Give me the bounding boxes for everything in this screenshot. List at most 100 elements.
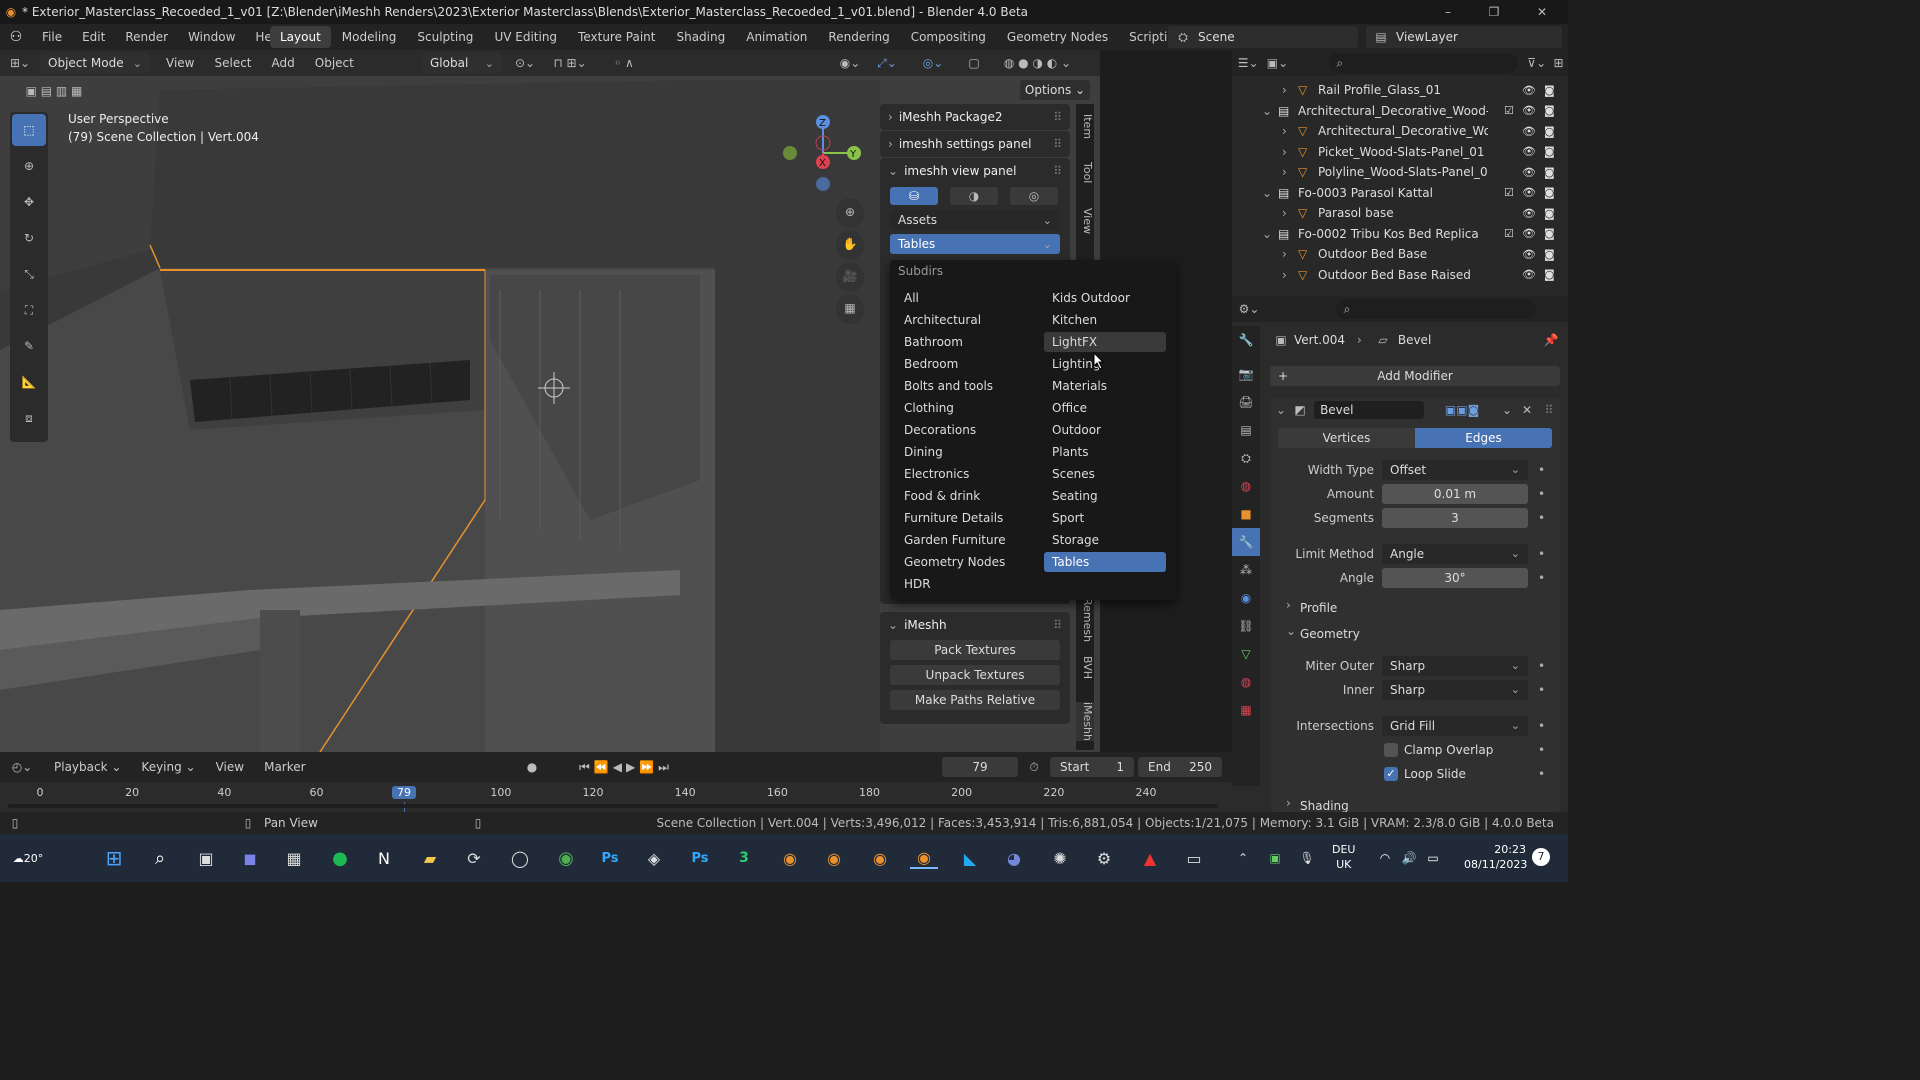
chrome-icon[interactable]: ◉ <box>552 848 580 869</box>
viewlayer-selector[interactable]: ▤ ViewLayer <box>1366 26 1562 48</box>
battery-icon[interactable]: ▭ <box>1424 851 1442 865</box>
notification-badge[interactable]: 7 <box>1532 848 1550 866</box>
blender-taskbar-4-icon[interactable]: ◉ <box>910 848 938 869</box>
marker-menu[interactable]: Marker <box>254 756 315 778</box>
render-tab-icon[interactable]: 📷 <box>1232 360 1260 388</box>
imeshh-panel-header[interactable]: ⌄ iMeshh ⠿ <box>880 612 1070 638</box>
blender-menu-icon[interactable]: ⚇ <box>0 29 32 45</box>
xray-icon[interactable]: ▢ <box>964 56 984 70</box>
physics-tab-icon[interactable]: ◉ <box>1232 584 1260 612</box>
tool-tab-icon[interactable]: 🔧 <box>1232 326 1260 354</box>
select-tool-icon[interactable]: ⬚ <box>12 114 46 146</box>
blender-taskbar-2-icon[interactable]: ◉ <box>820 849 848 868</box>
wifi-icon[interactable]: ◠ <box>1376 851 1394 865</box>
transform-orientation-dropdown[interactable]: Global <box>422 53 502 73</box>
chatgpt-icon[interactable]: ✺ <box>1046 849 1074 868</box>
blender-taskbar-3-icon[interactable]: ◉ <box>866 849 894 868</box>
measure-tool-icon[interactable]: 📐 <box>10 364 48 400</box>
overlay-icon[interactable]: ◎⌄ <box>918 56 948 70</box>
tray-chevron-icon[interactable]: ⌃ <box>1234 851 1252 865</box>
modifier-toggles-icon[interactable]: ▣▣◙ <box>1430 403 1494 417</box>
viewport-menu-add[interactable]: Add <box>262 52 305 74</box>
texture-tab-icon[interactable]: ▦ <box>1232 696 1260 724</box>
timeline-ruler[interactable]: 0 20 40 60 79 100 120 140 160 180 200 220 240 <box>0 782 1232 812</box>
expand-icon[interactable]: ⌄ <box>1262 104 1272 118</box>
category-dropdown[interactable]: Tables <box>890 234 1060 254</box>
eye-icon[interactable]: 👁 <box>1522 227 1536 240</box>
discord-icon[interactable]: ◕ <box>1000 849 1028 868</box>
remove-modifier-icon[interactable]: ✕ <box>1520 403 1534 417</box>
chevron-down-icon[interactable]: ⌄ <box>1286 624 1296 638</box>
constraints-tab-icon[interactable]: ⛓ <box>1232 612 1260 640</box>
tab-imeshh[interactable]: iMeshh <box>1076 702 1094 741</box>
timeline-view-menu[interactable]: View <box>206 756 254 778</box>
expand-icon[interactable]: › <box>1282 145 1287 159</box>
subdir-item[interactable]: Decorations <box>896 420 1018 440</box>
tab-sculpting[interactable]: Sculpting <box>407 26 483 48</box>
property-dropdown[interactable]: Sharp <box>1382 680 1528 700</box>
expand-icon[interactable]: › <box>1282 165 1287 179</box>
scene-selector[interactable]: ⛭ Scene <box>1168 26 1358 48</box>
data-tab-icon[interactable]: ▽ <box>1232 640 1260 668</box>
camera-icon[interactable]: ◙ <box>1544 186 1555 199</box>
file-explorer-icon[interactable]: ▰ <box>416 849 444 868</box>
notion-icon[interactable]: N <box>370 849 398 868</box>
eye-icon[interactable]: 👁 <box>1522 186 1536 199</box>
subdir-item[interactable]: Office <box>1044 398 1166 418</box>
tab-rendering[interactable]: Rendering <box>818 26 899 48</box>
photoshop-icon[interactable]: Ps <box>596 851 624 866</box>
end-frame-field[interactable]: End 250 <box>1138 757 1222 777</box>
eye-icon[interactable]: 👁 <box>1522 84 1536 97</box>
tab-modeling[interactable]: Modeling <box>332 26 407 48</box>
chevron-down-icon[interactable]: ⌄ <box>1276 403 1286 417</box>
pin-icon[interactable]: 📌 <box>1542 333 1560 347</box>
tab-compositing[interactable]: Compositing <box>901 26 996 48</box>
subdir-item[interactable]: Food & drink <box>896 486 1018 506</box>
subdir-item[interactable]: Bolts and tools <box>896 376 1018 396</box>
subdir-item[interactable]: Geometry Nodes <box>896 552 1018 572</box>
expand-icon[interactable]: › <box>1282 83 1287 97</box>
drag-handle-icon[interactable]: ⠿ <box>1053 110 1062 124</box>
microphone-icon[interactable]: 🎙 <box>1298 851 1316 865</box>
chevron-right-icon[interactable]: › <box>1286 598 1291 612</box>
subdir-item[interactable]: Electronics <box>896 464 1018 484</box>
exclude-checkbox[interactable]: ☑ <box>1504 104 1514 117</box>
subdir-item[interactable]: Plants <box>1044 442 1166 462</box>
tab-view[interactable]: View <box>1076 208 1094 234</box>
shading-modes-icon[interactable]: ◍ ● ◑ ◐ ⌄ <box>990 56 1085 70</box>
visibility-icon[interactable]: ◉⌄ <box>836 56 864 70</box>
camera-icon[interactable]: ◙ <box>1544 125 1555 138</box>
maximize-icon[interactable]: ❐ <box>1484 5 1504 19</box>
tab-shading[interactable]: Shading <box>666 26 735 48</box>
task-view-icon[interactable]: ▣ <box>192 849 220 868</box>
keyframe-dot-icon[interactable]: • <box>1538 568 1545 588</box>
proportional-icon[interactable]: ◦ ∧ <box>604 56 644 70</box>
outliner-row[interactable]: › ▽ Picket_Wood-Slats-Panel_01 👁 ◙ <box>1232 142 1568 162</box>
keyframe-dot-icon[interactable]: • <box>1538 716 1545 736</box>
keyframe-dot-icon[interactable]: • <box>1538 740 1545 760</box>
subdir-item[interactable]: Architectural <box>896 310 1018 330</box>
world-tab-icon[interactable]: ◍ <box>1232 472 1260 500</box>
snap-icon[interactable]: ⊓ ⊞⌄ <box>550 56 590 70</box>
output-tab-icon[interactable]: 🖨 <box>1232 388 1260 416</box>
modifier-menu-icon[interactable]: ⌄ <box>1500 403 1514 417</box>
spotify-icon[interactable]: ● <box>326 848 354 869</box>
close-icon[interactable]: ✕ <box>1532 5 1552 19</box>
pan-icon[interactable]: ✋ <box>836 230 864 260</box>
add-modifier-button[interactable]: + Add Modifier <box>1270 366 1560 386</box>
camera-view-icon[interactable]: 🎥 <box>836 262 864 292</box>
particles-tab-icon[interactable]: ⁂ <box>1232 556 1260 584</box>
subdir-item[interactable]: Materials <box>1044 376 1166 396</box>
tab-layout[interactable]: Layout <box>270 26 331 48</box>
teams-icon[interactable]: ◼ <box>236 849 264 868</box>
tab-bvh[interactable]: BVH <box>1076 656 1094 679</box>
outliner-row[interactable]: › ▽ Outdoor Bed Base Raised 👁 ◙ <box>1232 265 1568 285</box>
menu-render[interactable]: Render <box>115 26 178 48</box>
scale-tool-icon[interactable]: ⤡ <box>10 256 48 292</box>
object-tab-icon[interactable]: ■ <box>1232 500 1260 528</box>
outliner-row[interactable]: › ▽ Outdoor Bed Base 👁 ◙ <box>1232 244 1568 264</box>
sync-app-icon[interactable]: ⟳ <box>460 849 488 868</box>
outliner-row[interactable]: › ▽ Architectural_Decorative_Woc 👁 ◙ <box>1232 121 1568 141</box>
unpack-textures-button[interactable]: Unpack Textures <box>890 665 1060 685</box>
tab-animation[interactable]: Animation <box>736 26 817 48</box>
